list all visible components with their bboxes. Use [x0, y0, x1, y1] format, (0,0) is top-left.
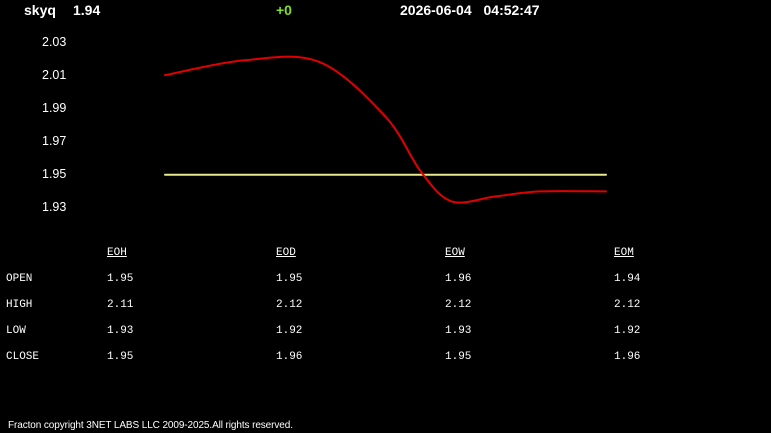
table-cell: 1.95 [445, 351, 472, 363]
copyright-notice: Fracton copyright 3NET LABS LLC 2009-202… [8, 420, 293, 431]
price-chart [164, 55, 607, 204]
table-cell: 1.94 [614, 273, 641, 285]
table-cell: 1.92 [276, 325, 303, 337]
table-cell: 1.93 [107, 325, 134, 337]
row-label-close: CLOSE [6, 351, 40, 363]
column-header-eom: EOM [614, 247, 634, 259]
column-header-eod: EOD [276, 247, 296, 259]
table-cell: 1.92 [614, 325, 641, 337]
row-label-low: LOW [6, 325, 26, 337]
table-cell: 1.96 [614, 351, 641, 363]
table-cell: 1.96 [445, 273, 472, 285]
row-label-high: HIGH [6, 299, 33, 311]
table-cell: 1.95 [276, 273, 303, 285]
table-cell: 2.12 [614, 299, 641, 311]
table-cell: 2.12 [276, 299, 303, 311]
table-cell: 1.95 [107, 351, 134, 363]
row-label-open: OPEN [6, 273, 33, 285]
price-line [164, 55, 607, 204]
table-cell: 1.96 [276, 351, 303, 363]
column-header-eoh: EOH [107, 247, 127, 259]
table-cell: 1.95 [107, 273, 134, 285]
table-cell: 2.12 [445, 299, 472, 311]
table-cell: 1.93 [445, 325, 472, 337]
table-cell: 2.11 [107, 299, 134, 311]
column-header-eow: EOW [445, 247, 465, 259]
